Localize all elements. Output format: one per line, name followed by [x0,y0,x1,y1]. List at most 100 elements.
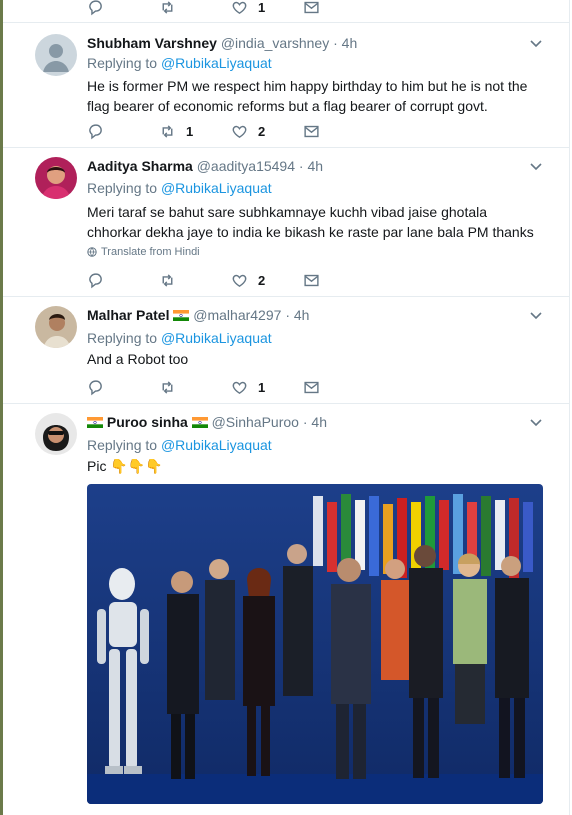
replying-to: Replying to @RubikaLiyaquat [87,180,272,196]
separator [3,147,569,148]
chevron-down-icon[interactable] [529,36,543,50]
translate-label: Translate from Hindi [101,246,200,258]
retweet-icon [162,0,173,14]
chevron-down-icon[interactable] [529,308,543,322]
like-count: 1 [258,379,266,395]
replying-link[interactable]: @RubikaLiyaquat [161,330,272,346]
feed-border [569,0,570,815]
retweet-button[interactable] [159,272,231,289]
envelope-icon [304,125,319,137]
pointing-down-emoji: 👇👇👇 [110,458,163,474]
separator [3,403,569,404]
translate-link[interactable]: Translate from Hindi [87,246,200,258]
tweet-text: He is former PM we respect him happy bir… [87,78,528,114]
avatar[interactable] [35,413,77,455]
user-name[interactable]: Shubham Varshney [87,35,217,51]
profile-photo-icon [35,413,77,455]
tweet-header: Malhar Patel @malhar4297 · 4h [87,306,309,324]
heart-icon [232,125,247,138]
dm-button[interactable] [303,123,375,140]
reply-button[interactable] [87,272,159,289]
tweet-malhar[interactable]: Malhar Patel @malhar4297 · 4h Replying t… [3,306,569,396]
timestamp[interactable]: 4h [294,307,310,323]
replying-to: Replying to @RubikaLiyaquat [87,55,272,71]
avatar[interactable] [35,34,77,76]
reply-button[interactable] [87,379,159,396]
globe-icon [87,247,97,257]
chevron-down-icon[interactable] [529,415,543,429]
india-flag-icon [87,417,103,428]
reply-button[interactable] [87,0,159,16]
tweet-text: Pic 👇👇👇 [87,456,542,476]
replying-link[interactable]: @RubikaLiyaquat [161,180,272,196]
tweet-actions: 1 [87,377,375,397]
reply-icon [89,0,102,15]
tweet-aaditya[interactable]: Aaditya Sharma @aaditya15494 · 4h Replyi… [3,157,569,292]
tweet-photo[interactable] [87,484,543,804]
replying-label: Replying to [87,330,158,346]
envelope-icon [304,274,319,286]
user-handle[interactable]: @india_varshney [221,35,329,51]
avatar[interactable] [35,157,77,199]
timestamp[interactable]: 4h [311,414,327,430]
reply-icon [89,379,102,395]
separator [3,22,569,23]
profile-photo-icon [35,157,77,199]
replying-label: Replying to [87,437,158,453]
user-name[interactable]: Malhar Patel [87,307,169,323]
like-button[interactable]: 2 [231,272,303,289]
chevron-down-icon[interactable] [529,159,543,173]
retweet-icon [162,124,173,138]
like-button[interactable]: 2 [231,123,303,140]
reply-button[interactable] [87,123,159,140]
retweet-button[interactable] [159,379,231,396]
heart-icon [232,274,247,287]
default-avatar-icon [35,34,77,76]
tweet-actions: 2 [87,270,375,290]
tweet-header: Puroo sinha @SinhaPuroo · 4h [87,413,327,431]
separator-dot: · [298,158,304,174]
india-flag-icon [173,310,190,321]
timestamp[interactable]: 4h [307,158,323,174]
tweet-header: Shubham Varshney @india_varshney · 4h [87,34,357,52]
envelope-icon [304,381,319,393]
separator-dot: · [333,35,338,51]
user-handle[interactable]: @SinhaPuroo [212,414,299,430]
heart-icon [232,381,247,394]
dm-button[interactable] [303,0,375,16]
timestamp[interactable]: 4h [342,35,358,51]
dm-button[interactable] [303,379,375,396]
retweet-count: 1 [186,123,194,139]
summit-photo-image [87,484,543,804]
separator [3,296,569,297]
avatar[interactable] [35,306,77,348]
profile-photo-icon [35,306,77,348]
reply-icon [89,123,102,139]
like-button[interactable]: 1 [231,0,303,16]
replying-label: Replying to [87,55,158,71]
like-count: 1 [258,0,266,15]
envelope-icon [304,1,319,13]
user-name[interactable]: Aaditya Sharma [87,158,193,174]
replying-link[interactable]: @RubikaLiyaquat [161,55,272,71]
replying-label: Replying to [87,180,158,196]
retweet-icon [162,273,173,287]
like-count: 2 [258,123,266,139]
retweet-button[interactable] [159,0,231,16]
tweet-actions: 1 2 [87,121,375,141]
replying-link[interactable]: @RubikaLiyaquat [161,437,272,453]
replying-to: Replying to @RubikaLiyaquat [87,330,272,346]
user-handle[interactable]: @malhar4297 [193,307,281,323]
like-count: 2 [258,272,266,288]
retweet-button[interactable]: 1 [159,123,231,140]
dm-button[interactable] [303,272,375,289]
user-name[interactable]: Puroo sinha [107,414,188,430]
tweet-shubham[interactable]: Shubham Varshney @india_varshney · 4h Re… [3,34,569,144]
user-handle[interactable]: @aaditya15494 [197,158,295,174]
tweet-text: Meri taraf se bahut sare subhkamnaye kuc… [87,204,534,240]
tweet-header: Aaditya Sharma @aaditya15494 · 4h [87,157,323,175]
india-flag-icon [191,417,208,428]
separator-dot: · [302,414,308,430]
replying-to: Replying to @RubikaLiyaquat [87,437,272,453]
like-button[interactable]: 1 [231,379,303,396]
